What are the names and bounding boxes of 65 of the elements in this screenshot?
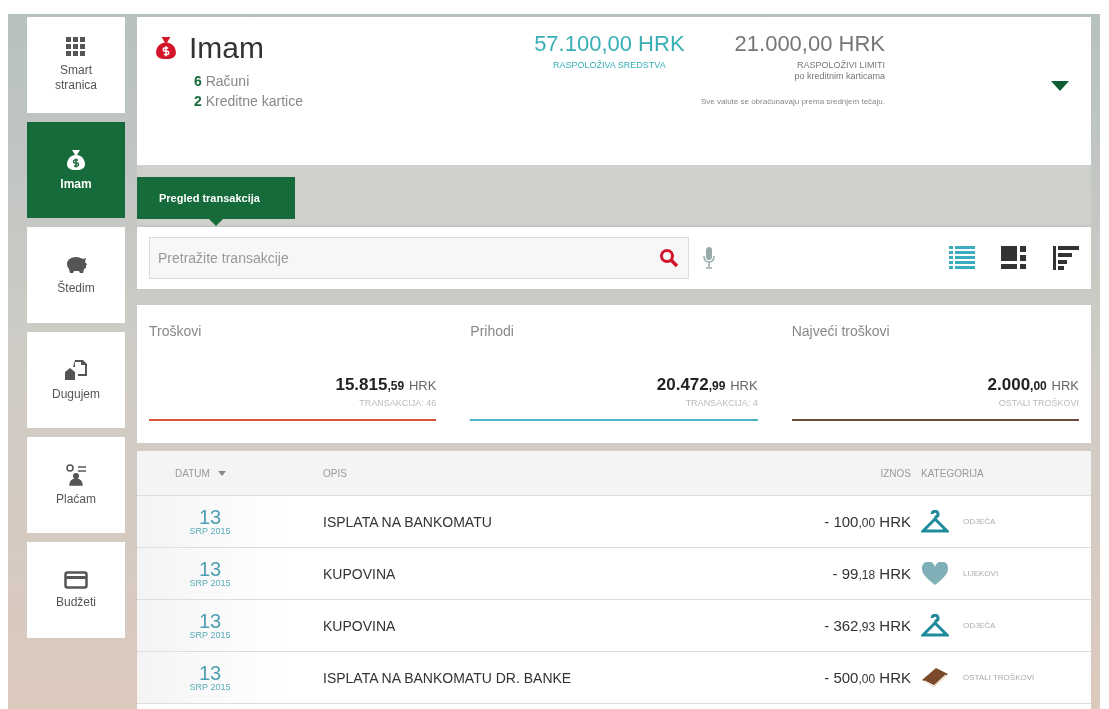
caret-icon[interactable] xyxy=(1051,81,1069,91)
tab[interactable]: Pregled transakcija xyxy=(137,177,295,219)
summary-amount: 2.000,00 HRK xyxy=(987,375,1079,395)
sidebar-item[interactable]: Smart stranica xyxy=(27,17,125,113)
amount-cell-text: - 100,00 HRK xyxy=(823,513,911,530)
list-view-button[interactable] xyxy=(949,246,975,270)
summary-amount: 20.472,99 HRK xyxy=(656,375,758,395)
sidebar-item[interactable]: Dugujem xyxy=(27,332,125,428)
money-bag-icon xyxy=(155,35,177,61)
tile-view-button[interactable] xyxy=(1001,246,1027,270)
account-count: 6 Računi xyxy=(194,72,251,91)
caret-icon xyxy=(217,470,226,476)
date-day: 13 xyxy=(198,663,222,682)
category-label: OSTALI TROŠKOVI xyxy=(963,673,1035,682)
balance-label: RASPOLOŽIVA SREDSTVA xyxy=(553,60,666,70)
summary-title: Prihodi xyxy=(470,323,514,339)
amount-cell-text: - 99,18 HRK xyxy=(831,565,911,582)
hanger-icon xyxy=(921,613,949,638)
sidebar-item[interactable]: Štedim xyxy=(27,227,125,323)
column-header: IZNOS xyxy=(879,467,911,479)
sidebar-item[interactable]: Budžeti xyxy=(27,542,125,638)
column-header: KATEGORIJA xyxy=(920,467,985,479)
amount-cell-text: - 500,00 HRK xyxy=(823,669,911,686)
date-day: 13 xyxy=(198,507,222,526)
summary-caption: TRANSAKCIJA: 4 xyxy=(685,398,758,408)
grid-icon xyxy=(66,37,86,57)
description-cell-text: ISPLATA NA BANKOMATU xyxy=(322,513,493,530)
description-cell-text: ISPLATA NA BANKOMATU DR. BANKE xyxy=(322,669,573,686)
bar-view-button[interactable] xyxy=(1053,246,1079,270)
date-month: SRP 2015 xyxy=(189,681,231,692)
sidebar-item[interactable]: Imam xyxy=(27,122,125,218)
balance-label: RASPOLOŽIVI LIMITI xyxy=(796,60,885,70)
date-month: SRP 2015 xyxy=(189,525,231,536)
page-title: Imam xyxy=(189,31,264,65)
date-day: 13 xyxy=(198,611,222,630)
summary-title: Najveći troškovi xyxy=(791,323,890,339)
summary-amount: 15.815,59 HRK xyxy=(335,375,437,395)
balance-sublabel: po kreditnim karticama xyxy=(794,71,885,81)
heart-icon xyxy=(921,561,949,586)
search-icon[interactable] xyxy=(659,248,679,268)
balance-amount: 21.000,00 HRK xyxy=(734,31,885,57)
column-header: OPIS xyxy=(322,467,348,479)
description-cell-text: KUPOVINA xyxy=(322,565,397,582)
summary-caption: TRANSAKCIJA: 46 xyxy=(359,398,437,408)
building-document-icon xyxy=(64,358,88,381)
search-field[interactable]: Pretražite transakcije xyxy=(149,237,689,279)
summary-title: Troškovi xyxy=(149,323,202,339)
category-label: LIJEKOVI xyxy=(963,569,999,578)
category-label: ODJEĆA xyxy=(963,517,996,526)
currency-note: Sve valute se obračunavaju prema srednjem tečaju. xyxy=(700,97,885,106)
balance-amount: 57.100,00 HRK xyxy=(534,31,685,57)
book-icon xyxy=(921,665,949,690)
date-day: 13 xyxy=(198,559,222,578)
hanger-icon xyxy=(921,509,949,534)
account-count: 2 Kreditne kartice xyxy=(194,92,304,111)
description-cell-text: KUPOVINA xyxy=(322,617,397,634)
sidebar-item[interactable]: Plaćam xyxy=(27,437,125,533)
summary-caption: OSTALI TROŠKOVI xyxy=(998,398,1079,408)
category-label: ODJEĆA xyxy=(963,621,996,630)
money-bag-icon xyxy=(66,148,86,171)
amount-cell-text: - 362,93 HRK xyxy=(823,617,911,634)
piggy-bank-icon xyxy=(64,254,88,275)
date-month: SRP 2015 xyxy=(189,629,231,640)
date-month: SRP 2015 xyxy=(189,577,231,588)
card-icon xyxy=(64,570,88,589)
